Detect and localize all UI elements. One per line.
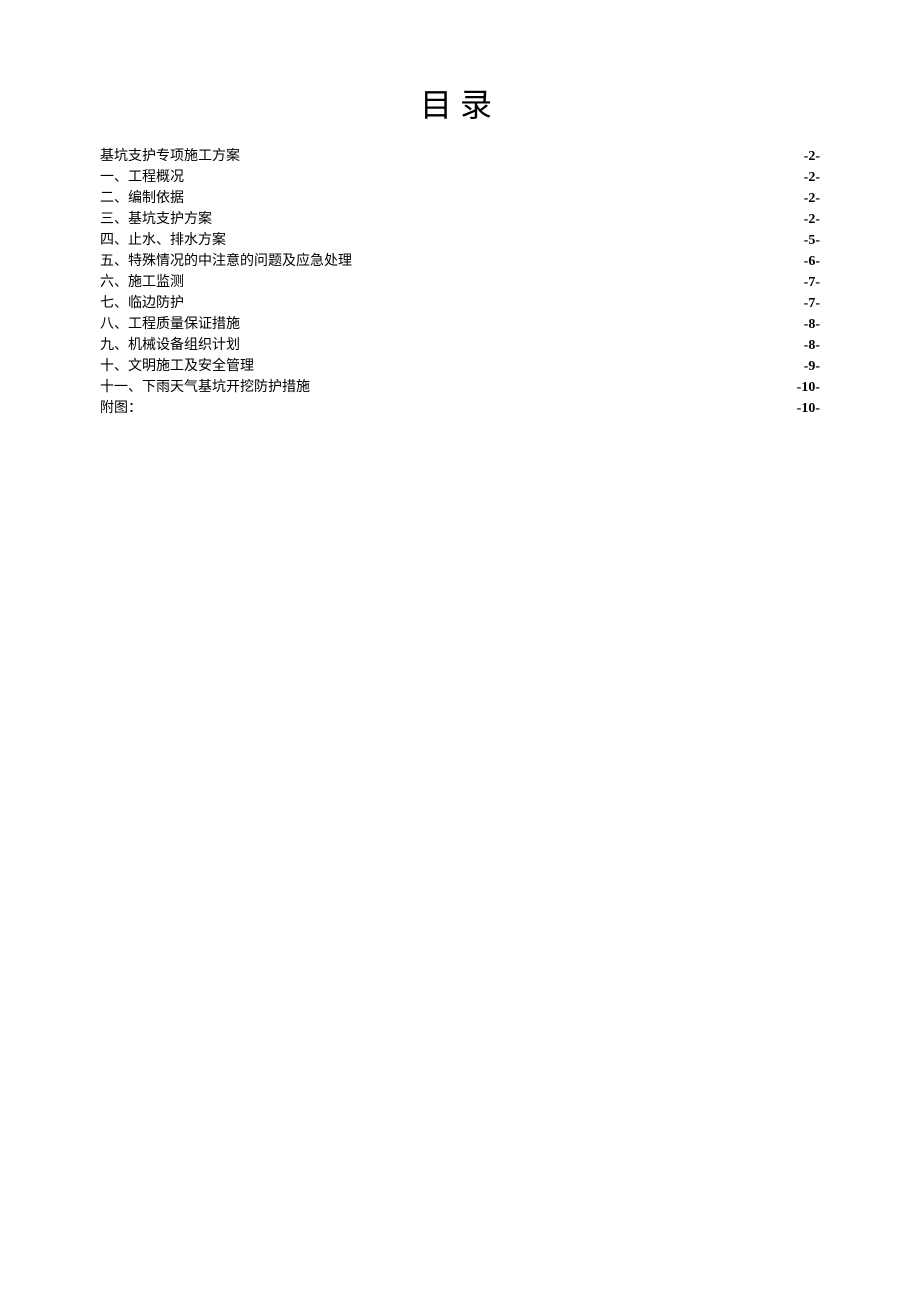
toc-label: 十一、下雨天气基坑开挖防护措施 [100, 377, 310, 398]
toc-page-number: -7- [804, 293, 820, 314]
toc-page-number: -10- [797, 398, 820, 419]
toc-entry: 三、基坑支护方案 -2- [100, 209, 820, 230]
toc-page-number: -5- [804, 230, 820, 251]
toc-page-number: -8- [804, 314, 820, 335]
document-title: 目录 [100, 80, 820, 126]
toc-label: 二、编制依据 [100, 188, 184, 209]
toc-entry: 八、工程质量保证措施 -8- [100, 314, 820, 335]
toc-label: 四、止水、排水方案 [100, 230, 226, 251]
toc-entry: 基坑支护专项施工方案 -2- [100, 146, 820, 167]
toc-entry: 十、文明施工及安全管理 -9- [100, 356, 820, 377]
toc-entry: 二、编制依据 -2- [100, 188, 820, 209]
toc-label: 三、基坑支护方案 [100, 209, 212, 230]
toc-entry: 七、临边防护 -7- [100, 293, 820, 314]
toc-page-number: -9- [804, 356, 820, 377]
toc-label: 十、文明施工及安全管理 [100, 356, 254, 377]
table-of-contents: 基坑支护专项施工方案 -2- 一、工程概况 -2- 二、编制依据 -2- 三、基… [100, 146, 820, 419]
toc-page-number: -2- [804, 167, 820, 188]
toc-label: 七、临边防护 [100, 293, 184, 314]
toc-page-number: -2- [804, 209, 820, 230]
toc-label: 九、机械设备组织计划 [100, 335, 240, 356]
toc-page-number: -6- [804, 251, 820, 272]
toc-page-number: -8- [804, 335, 820, 356]
toc-label: 六、施工监测 [100, 272, 184, 293]
toc-entry: 一、工程概况 -2- [100, 167, 820, 188]
toc-label: 一、工程概况 [100, 167, 184, 188]
toc-entry: 五、特殊情况的中注意的问题及应急处理 -6- [100, 251, 820, 272]
toc-entry: 十一、下雨天气基坑开挖防护措施 -10- [100, 377, 820, 398]
toc-page-number: -10- [797, 377, 820, 398]
toc-entry: 九、机械设备组织计划 -8- [100, 335, 820, 356]
toc-entry: 四、止水、排水方案 -5- [100, 230, 820, 251]
toc-label: 五、特殊情况的中注意的问题及应急处理 [100, 251, 352, 272]
toc-entry: 六、施工监测 -7- [100, 272, 820, 293]
toc-page-number: -7- [804, 272, 820, 293]
toc-entry: 附图： -10- [100, 398, 820, 419]
toc-label: 八、工程质量保证措施 [100, 314, 240, 335]
toc-label: 附图： [100, 398, 142, 419]
toc-page-number: -2- [804, 146, 820, 167]
toc-label: 基坑支护专项施工方案 [100, 146, 240, 167]
toc-page-number: -2- [804, 188, 820, 209]
